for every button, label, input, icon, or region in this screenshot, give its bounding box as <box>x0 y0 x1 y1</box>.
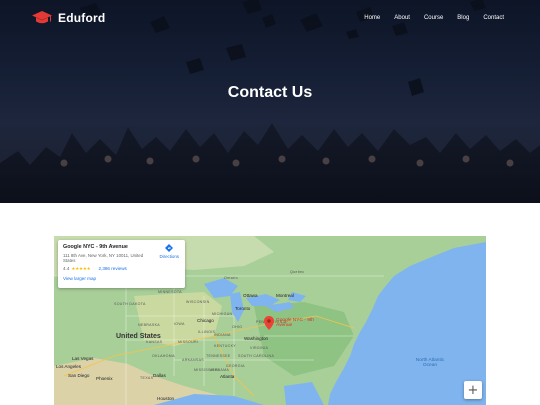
place-info-card: Google NYC - 9th Avenue 111 8th Ave, New… <box>58 240 185 288</box>
directions-button[interactable]: Directions <box>159 244 179 259</box>
map-label-alabama: ALABAMA <box>210 368 230 372</box>
nav-home[interactable]: Home <box>364 15 380 21</box>
map-label-quebec: Quebec <box>290 270 305 274</box>
map-label-michigan: MICHIGAN <box>212 312 233 316</box>
map-label-south-carolina: SOUTH CAROLINA <box>238 354 275 358</box>
map-pin-icon[interactable] <box>264 316 274 330</box>
map-label-chicago: Chicago <box>197 318 214 323</box>
directions-label: Directions <box>159 254 179 259</box>
map-label-nebraska: NEBRASKA <box>138 323 160 327</box>
map-label-ottawa: Ottawa <box>243 293 258 298</box>
map-label-houston: Houston <box>157 396 175 401</box>
nav-contact[interactable]: Contact <box>483 15 504 21</box>
rating-stars-icon: ★★★★★ <box>71 265 91 271</box>
nav-about[interactable]: About <box>394 15 410 21</box>
map-label-san-diego: San Diego <box>68 373 90 378</box>
place-rating: 4.4 <box>63 266 70 272</box>
map-label-iowa: IOWA <box>174 322 185 326</box>
map-label-ohio: OHIO <box>232 325 243 329</box>
graduation-cap-icon <box>32 11 52 24</box>
map-label-virginia: VIRGINIA <box>250 346 269 350</box>
map-label-phoenix: Phoenix <box>96 376 113 381</box>
hero-banner: Eduford Home About Course Blog Contact C… <box>0 0 540 203</box>
map-label-ontario: Ontario <box>224 276 238 280</box>
map-label-arkansas: ARKANSAS <box>182 358 204 362</box>
main-nav: Home About Course Blog Contact <box>364 15 504 21</box>
map-label-indiana: INDIANA <box>214 333 231 337</box>
map-label-united-states: United States <box>116 333 161 340</box>
directions-icon <box>165 244 174 252</box>
reviews-link[interactable]: 2,386 reviews <box>98 266 126 271</box>
map-label-toronto: Toronto <box>235 306 251 311</box>
map-label-washington: Washington <box>244 336 269 341</box>
map-label-georgia: GEORGIA <box>226 364 245 368</box>
map-label-montreal: Montreal <box>276 293 294 298</box>
brand-name: Eduford <box>58 11 106 25</box>
map-label-tennessee: TENNESSEE <box>206 354 231 358</box>
place-address: 111 8th Ave, New York, NY 10011, United … <box>63 253 144 264</box>
map-label-kentucky: KENTUCKY <box>214 344 236 348</box>
map-label-illinois: ILLINOIS <box>198 330 216 334</box>
brand[interactable]: Eduford <box>32 10 105 26</box>
nav-blog[interactable]: Blog <box>457 15 469 21</box>
view-larger-map-link[interactable]: View larger map <box>63 276 180 281</box>
map-label-south-dakota: SOUTH DAKOTA <box>114 302 146 306</box>
map-label-atlanta: Atlanta <box>220 374 235 379</box>
map-label-missouri: MISSOURI <box>178 340 199 344</box>
map-label-north-atlantic-ocean: North Atlantic Ocean <box>415 358 445 369</box>
map-label-las-vegas: Las Vegas <box>72 356 94 361</box>
map-label-minnesota: MINNESOTA <box>158 290 182 294</box>
map-label-oklahoma: OKLAHOMA <box>152 354 175 358</box>
page-title: Contact Us <box>227 84 313 101</box>
zoom-in-button[interactable]: + <box>464 381 482 399</box>
map-label-kansas: KANSAS <box>146 340 163 344</box>
nav-course[interactable]: Course <box>424 15 443 21</box>
map-label-los-angeles: Los Angeles <box>56 364 82 369</box>
map-label-dallas: Dallas <box>153 373 166 378</box>
map-pin-label: Google NYC - 9th Avenue <box>276 318 314 329</box>
place-rating-row: 4.4 ★★★★★ 2,386 reviews <box>63 266 180 272</box>
map-label-texas: TEXAS <box>140 376 154 380</box>
map-label-wisconsin: WISCONSIN <box>186 300 210 304</box>
